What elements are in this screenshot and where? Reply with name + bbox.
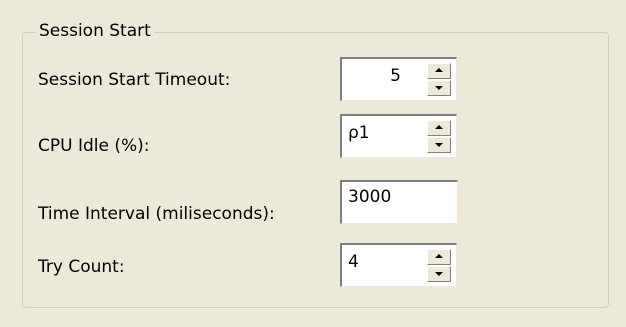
spinner-buttons	[427, 63, 451, 97]
session-start-timeout-spinner[interactable]: 5	[340, 57, 457, 101]
spinner-buttons	[427, 120, 451, 154]
cpu-idle-label: CPU Idle (%):	[38, 136, 150, 156]
try-count-spinner[interactable]: 4	[340, 243, 457, 287]
spinner-up-button[interactable]	[427, 249, 451, 265]
spinner-up-button[interactable]	[427, 120, 451, 136]
spinner-buttons	[427, 249, 451, 283]
triangle-down-icon	[435, 272, 443, 276]
spinner-down-button[interactable]	[427, 80, 451, 96]
triangle-up-icon	[435, 254, 443, 258]
time-interval-value[interactable]: 3000	[348, 186, 391, 208]
session-start-timeout-value[interactable]: 5	[390, 65, 401, 87]
cpu-idle-spinner[interactable]: ρ1	[340, 114, 457, 158]
spinner-down-button[interactable]	[427, 266, 451, 282]
triangle-up-icon	[435, 125, 443, 129]
groupbox-title: Session Start	[36, 19, 154, 43]
settings-panel: Session Start Session Start Timeout: 5 C…	[0, 0, 626, 327]
spinner-up-button[interactable]	[427, 63, 451, 79]
triangle-down-icon	[435, 143, 443, 147]
spinner-down-button[interactable]	[427, 137, 451, 153]
triangle-up-icon	[435, 68, 443, 72]
triangle-down-icon	[435, 86, 443, 90]
time-interval-label: Time Interval (miliseconds):	[38, 204, 275, 224]
cpu-idle-value[interactable]: ρ1	[348, 122, 370, 144]
time-interval-input[interactable]: 3000	[340, 180, 458, 224]
try-count-label: Try Count:	[38, 257, 125, 277]
try-count-value[interactable]: 4	[348, 251, 359, 273]
session-start-timeout-label: Session Start Timeout:	[38, 70, 231, 90]
